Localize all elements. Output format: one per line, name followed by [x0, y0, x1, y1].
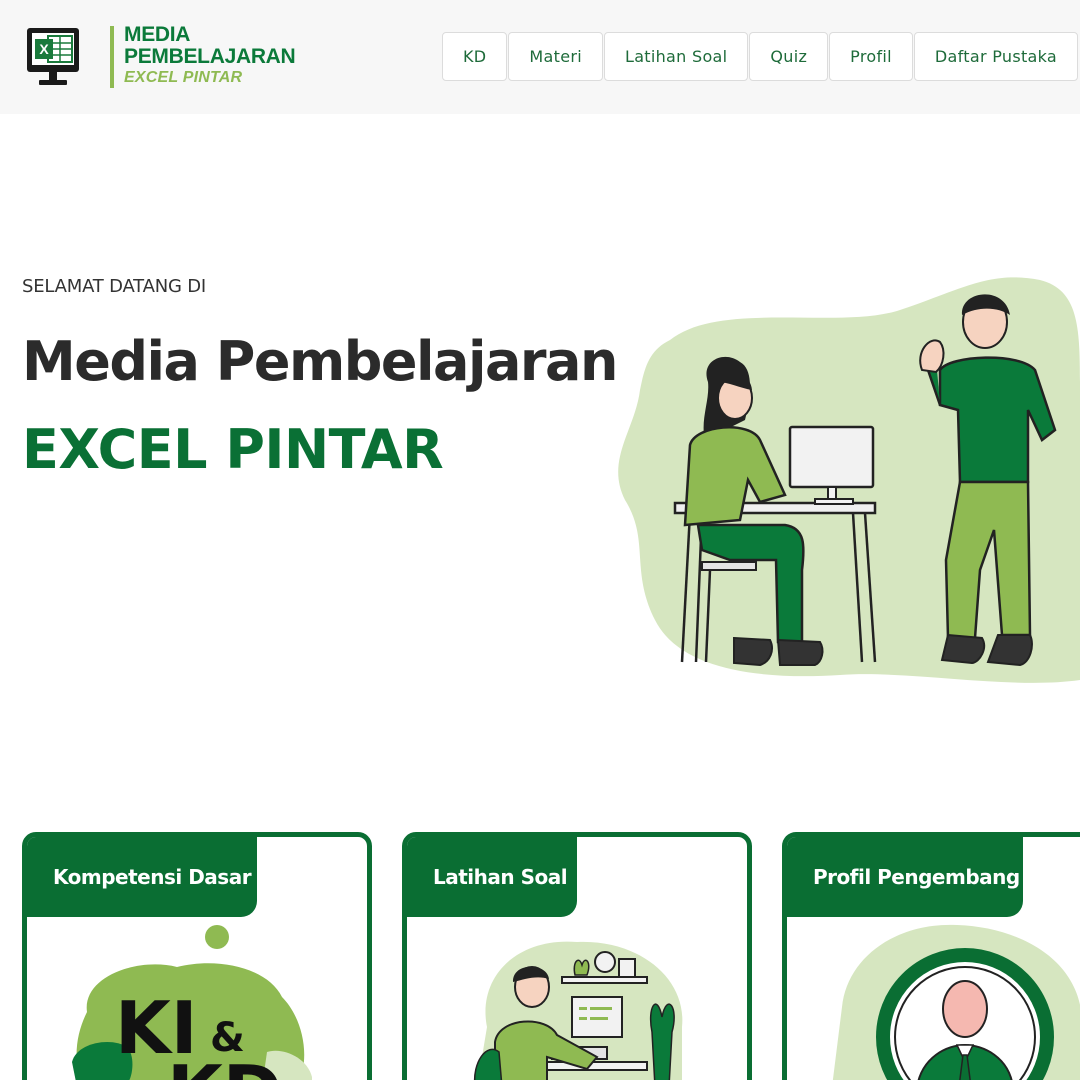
nav-materi-button[interactable]: Materi	[508, 32, 603, 81]
site-logo[interactable]: X MEDIA PEMBELAJARAN EXCEL PINTAR	[26, 24, 296, 92]
logo-text: MEDIA PEMBELAJARAN EXCEL PINTAR	[124, 23, 296, 86]
nav-daftar-pustaka-button[interactable]: Daftar Pustaka	[913, 32, 1079, 81]
profile-avatar-illustration	[832, 924, 1080, 1080]
excel-x-glyph: X	[39, 41, 49, 57]
logo-line-1: MEDIA	[124, 23, 191, 46]
site-header: X MEDIA PEMBELAJARAN EXCEL PINTAR KD Mat…	[0, 0, 1080, 114]
excel-monitor-icon: X	[27, 28, 79, 85]
card-profil-pengembang[interactable]: Profil Pengembang	[782, 832, 1080, 1080]
logo-line-2: PEMBELAJARAN	[124, 45, 296, 68]
hero-title: Media Pembelajaran	[22, 330, 618, 393]
card-latihan-soal[interactable]: Latihan Soal	[402, 832, 752, 1080]
ki-kd-illustration: KI & KD	[72, 925, 312, 1080]
card-title: Profil Pengembang	[787, 837, 1023, 917]
nav-latihan-soal-button[interactable]: Latihan Soal	[603, 32, 749, 81]
card-kompetensi-dasar[interactable]: Kompetensi Dasar KI & KD	[22, 832, 372, 1080]
hero-illustration	[618, 277, 1080, 683]
card-title: Kompetensi Dasar	[27, 837, 257, 917]
logo-divider	[110, 26, 114, 88]
card-title: Latihan Soal	[407, 837, 577, 917]
logo-line-3: EXCEL PINTAR	[124, 69, 243, 86]
nav-quiz-button[interactable]: Quiz	[749, 32, 829, 81]
nav-kd-button[interactable]: KD	[442, 32, 508, 81]
main-nav: KD Materi Latihan Soal Quiz Profil Dafta…	[442, 32, 1079, 81]
hero-welcome-text: SELAMAT DATANG DI	[22, 276, 206, 297]
hero-subtitle: EXCEL PINTAR	[22, 418, 444, 481]
nav-profil-button[interactable]: Profil	[829, 32, 913, 81]
kd-text: KD	[167, 1050, 283, 1080]
study-desk-illustration	[473, 941, 683, 1080]
